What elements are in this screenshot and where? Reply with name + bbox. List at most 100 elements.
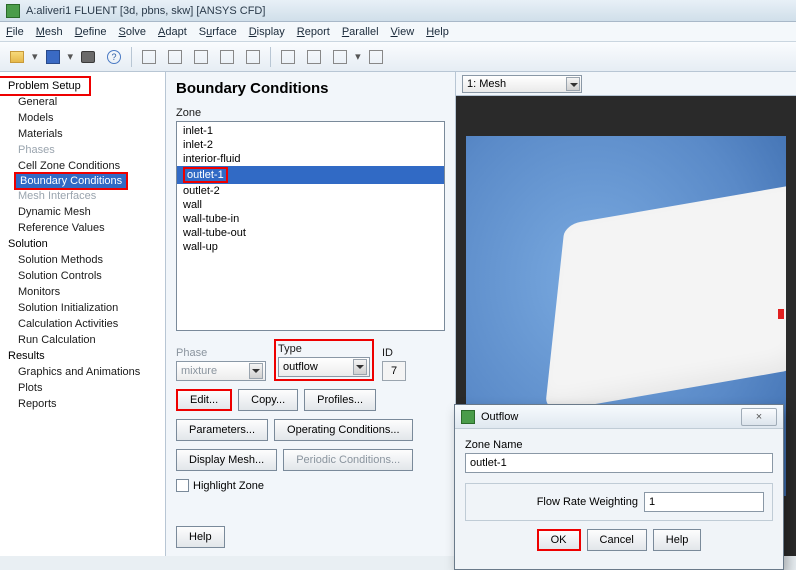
- copy-button[interactable]: Copy...: [238, 389, 298, 411]
- help-icon: ?: [107, 50, 121, 64]
- id-field: 7: [382, 361, 406, 381]
- nav-graphics[interactable]: Graphics and Animations: [0, 364, 165, 380]
- window-title: A:aliveri1 FLUENT [3d, pbns, skw] [ANSYS…: [26, 5, 265, 17]
- help-button[interactable]: Help: [176, 526, 225, 548]
- zone-item[interactable]: wall: [177, 198, 444, 212]
- gear-icon: [369, 50, 383, 64]
- type-combo[interactable]: outflow: [278, 357, 370, 377]
- cancel-button[interactable]: Cancel: [587, 529, 647, 551]
- nav-problem-setup[interactable]: Problem Setup: [0, 76, 91, 96]
- camera-icon: [81, 51, 95, 63]
- toolbar: ▾ ▾ ? ▾: [0, 42, 796, 72]
- close-button[interactable]: ×: [741, 408, 777, 426]
- nav-run-calculation[interactable]: Run Calculation: [0, 332, 165, 348]
- zoom-tool[interactable]: [190, 46, 212, 68]
- task-pane: Boundary Conditions Zone inlet-1 inlet-2…: [166, 72, 456, 556]
- id-label: ID: [382, 347, 406, 359]
- probe-tool[interactable]: [242, 46, 264, 68]
- zoom-box-tool[interactable]: [216, 46, 238, 68]
- zone-name-input[interactable]: outlet-1: [465, 453, 773, 473]
- phase-combo: mixture: [176, 361, 266, 381]
- dialog-icon: [461, 410, 475, 424]
- app-icon: [6, 4, 20, 18]
- open-button[interactable]: [6, 46, 28, 68]
- save-button[interactable]: [42, 46, 64, 68]
- menu-report[interactable]: Report: [297, 26, 330, 38]
- zone-item[interactable]: interior-fluid: [177, 152, 444, 166]
- edit-button[interactable]: Edit...: [176, 389, 232, 411]
- nav-materials[interactable]: Materials: [0, 126, 165, 142]
- menu-display[interactable]: Display: [249, 26, 285, 38]
- chevron-down-icon: [566, 77, 580, 91]
- nav-models[interactable]: Models: [0, 110, 165, 126]
- flow-rate-weighting-label: Flow Rate Weighting: [537, 496, 638, 508]
- flow-rate-weighting-input[interactable]: 1: [644, 492, 764, 512]
- zoom-box-icon: [220, 50, 234, 64]
- menu-surface[interactable]: Surface: [199, 26, 237, 38]
- nav-calculation-activities[interactable]: Calculation Activities: [0, 316, 165, 332]
- screenshot-button[interactable]: [77, 46, 99, 68]
- pan-tool[interactable]: [164, 46, 186, 68]
- dialog-help-button[interactable]: Help: [653, 529, 702, 551]
- nav-reports[interactable]: Reports: [0, 396, 165, 412]
- highlight-zone-checkbox[interactable]: [176, 479, 189, 492]
- viewport-selector[interactable]: 1: Mesh: [462, 75, 582, 93]
- fit-tool[interactable]: [277, 46, 299, 68]
- operating-conditions-button[interactable]: Operating Conditions...: [274, 419, 413, 441]
- settings-tool[interactable]: [365, 46, 387, 68]
- nav-general[interactable]: General: [0, 94, 165, 110]
- folder-icon: [10, 51, 24, 63]
- ok-button[interactable]: OK: [537, 529, 581, 551]
- highlight-zone-label: Highlight Zone: [193, 480, 264, 492]
- outflow-dialog: Outflow × Zone Name outlet-1 Flow Rate W…: [454, 404, 784, 570]
- menu-define[interactable]: Define: [75, 26, 107, 38]
- axes-tool[interactable]: [303, 46, 325, 68]
- menu-solve[interactable]: Solve: [118, 26, 146, 38]
- zone-item[interactable]: wall-up: [177, 240, 444, 254]
- axes-icon: [307, 50, 321, 64]
- zone-item[interactable]: wall-tube-out: [177, 226, 444, 240]
- dialog-title: Outflow: [481, 411, 518, 423]
- parameters-button[interactable]: Parameters...: [176, 419, 268, 441]
- zone-item[interactable]: wall-tube-in: [177, 212, 444, 226]
- menu-adapt[interactable]: Adapt: [158, 26, 187, 38]
- nav-reference-values[interactable]: Reference Values: [0, 220, 165, 236]
- nav-solution-methods[interactable]: Solution Methods: [0, 252, 165, 268]
- menu-help[interactable]: Help: [426, 26, 449, 38]
- menu-file[interactable]: File: [6, 26, 24, 38]
- nav-dynamic-mesh[interactable]: Dynamic Mesh: [0, 204, 165, 220]
- nav-mesh-interfaces[interactable]: Mesh Interfaces: [0, 188, 165, 204]
- layout-tool[interactable]: [329, 46, 351, 68]
- zone-label: Zone: [176, 107, 445, 119]
- zone-listbox[interactable]: inlet-1 inlet-2 interior-fluid outlet-1 …: [176, 121, 445, 331]
- nav-plots[interactable]: Plots: [0, 380, 165, 396]
- zone-name-label: Zone Name: [465, 439, 773, 451]
- zone-item[interactable]: inlet-2: [177, 138, 444, 152]
- nav-solution-initialization[interactable]: Solution Initialization: [0, 300, 165, 316]
- menu-parallel[interactable]: Parallel: [342, 26, 379, 38]
- pan-icon: [168, 50, 182, 64]
- profiles-button[interactable]: Profiles...: [304, 389, 376, 411]
- help-button[interactable]: ?: [103, 46, 125, 68]
- nav-phases[interactable]: Phases: [0, 142, 165, 158]
- nav-solution-controls[interactable]: Solution Controls: [0, 268, 165, 284]
- rotate-icon: [142, 50, 156, 64]
- menu-view[interactable]: View: [391, 26, 415, 38]
- display-mesh-button[interactable]: Display Mesh...: [176, 449, 277, 471]
- zone-item-selected[interactable]: outlet-1: [177, 166, 444, 184]
- probe-icon: [246, 50, 260, 64]
- zone-item[interactable]: outlet-2: [177, 184, 444, 198]
- dialog-titlebar[interactable]: Outflow ×: [455, 405, 783, 429]
- chevron-down-icon: [249, 363, 263, 379]
- nav-solution[interactable]: Solution: [0, 236, 165, 252]
- nav-boundary-conditions[interactable]: Boundary Conditions: [14, 172, 128, 190]
- phase-label: Phase: [176, 347, 266, 359]
- nav-monitors[interactable]: Monitors: [0, 284, 165, 300]
- nav-results[interactable]: Results: [0, 348, 165, 364]
- zone-item[interactable]: inlet-1: [177, 124, 444, 138]
- type-label: Type: [278, 343, 370, 355]
- menubar: File Mesh Define Solve Adapt Surface Dis…: [0, 22, 796, 42]
- rotate-tool[interactable]: [138, 46, 160, 68]
- layout-icon: [333, 50, 347, 64]
- menu-mesh[interactable]: Mesh: [36, 26, 63, 38]
